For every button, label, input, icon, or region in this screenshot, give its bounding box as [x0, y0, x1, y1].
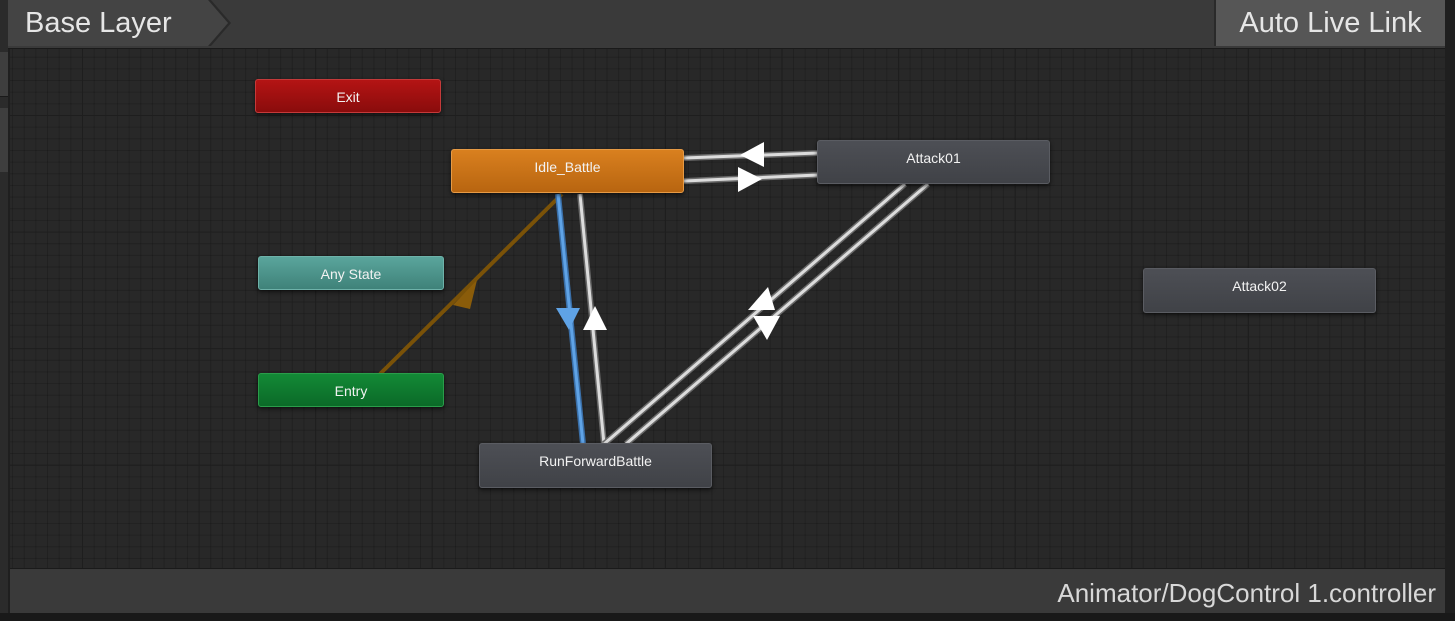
left-panel-tab[interactable]	[0, 108, 8, 172]
state-label: Exit	[336, 89, 360, 105]
breadcrumb-base-layer[interactable]: Base Layer	[8, 0, 228, 46]
state-run-forward-battle[interactable]: RunForwardBattle	[479, 443, 712, 488]
breadcrumb-bar: Base Layer Auto Live Link	[8, 0, 1445, 49]
controller-path: Animator/DogControl 1.controller	[1057, 578, 1436, 608]
state-attack01[interactable]: Attack01	[817, 140, 1050, 184]
bottom-edge	[0, 613, 1455, 621]
status-bar: Animator/DogControl 1.controller	[10, 568, 1445, 614]
state-attack02[interactable]: Attack02	[1143, 268, 1376, 313]
state-exit[interactable]: Exit	[255, 79, 441, 113]
auto-live-link-button[interactable]: Auto Live Link	[1214, 0, 1445, 46]
state-any-state[interactable]: Any State	[258, 256, 444, 290]
state-label: Idle_Battle	[534, 159, 601, 175]
state-idle-battle[interactable]: Idle_Battle	[451, 149, 684, 193]
state-entry[interactable]: Entry	[258, 373, 444, 407]
state-label: Attack02	[1232, 278, 1287, 294]
left-panel-tab[interactable]	[0, 52, 8, 97]
left-panel-gutter	[0, 0, 8, 621]
state-label: Entry	[334, 383, 368, 399]
state-label: Any State	[320, 266, 382, 282]
state-label: Attack01	[906, 150, 961, 166]
state-label: RunForwardBattle	[539, 453, 652, 469]
